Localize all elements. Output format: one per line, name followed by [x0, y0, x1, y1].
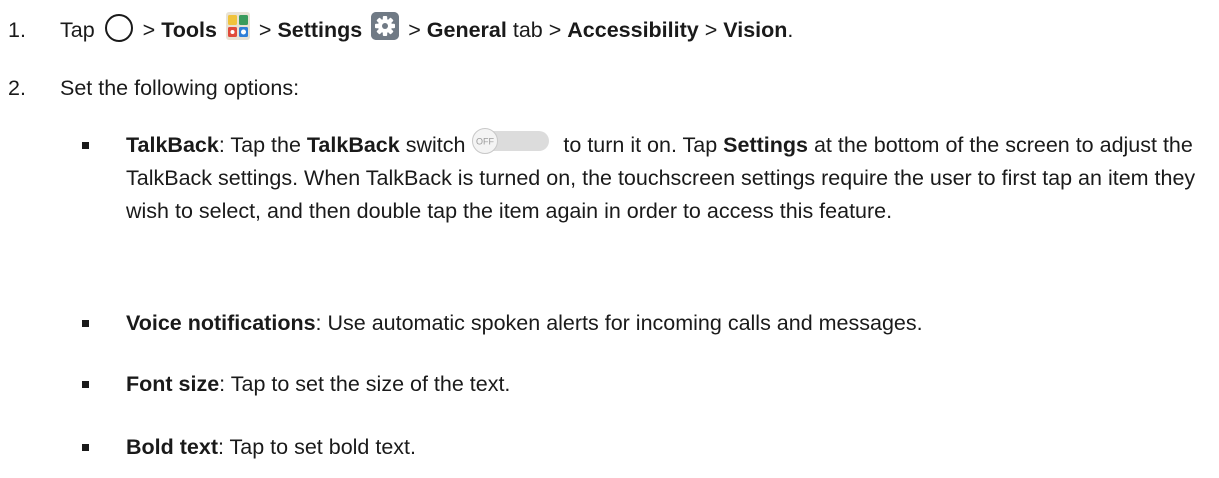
bullet-square	[82, 381, 89, 388]
text: : Tap the	[218, 133, 307, 157]
separator: >	[548, 18, 562, 42]
step-2: 2. Set the following options:	[8, 72, 299, 105]
talkback-bold: TalkBack	[306, 133, 400, 157]
text: switch	[399, 133, 466, 157]
general-label: General	[426, 18, 507, 42]
period: .	[787, 18, 794, 42]
separator: >	[408, 18, 421, 42]
talkback-label: TalkBack	[126, 133, 219, 157]
separator: >	[258, 18, 272, 42]
vision-label: Vision	[723, 18, 788, 42]
settings-label: Settings	[277, 18, 363, 42]
bold-label: Bold text	[126, 435, 218, 459]
text: : Tap to set the size of the text.	[219, 372, 511, 396]
step-2-text: Set the following options:	[60, 76, 300, 100]
talkback-text: TalkBack: Tap the TalkBack switch OFF to…	[126, 128, 1211, 228]
step-number: 1.	[8, 18, 26, 42]
bullet-square	[82, 320, 89, 327]
tools-folder-icon	[225, 12, 250, 41]
separator: >	[704, 18, 718, 42]
bullet-square	[82, 142, 89, 149]
tap-text: Tap	[60, 18, 95, 42]
tools-label: Tools	[161, 18, 217, 42]
voice-text: Voice notifications: Use automatic spoke…	[126, 307, 1211, 340]
switch-state-label: OFF	[476, 137, 494, 147]
accessibility-label: Accessibility	[567, 18, 699, 42]
text: : Tap to set bold text.	[217, 435, 416, 459]
settings-bold: Settings	[723, 133, 808, 157]
settings-gear-icon	[371, 12, 400, 41]
separator: >	[142, 18, 156, 42]
step-number: 2.	[8, 76, 26, 100]
tab-text: tab	[512, 18, 543, 42]
text: to turn it on. Tap	[557, 133, 724, 157]
home-circle-icon	[104, 14, 133, 43]
step-1: 1. Tap > Tools > Settings > General tab >…	[8, 12, 794, 47]
voice-label: Voice notifications	[126, 311, 316, 335]
font-text: Font size: Tap to set the size of the te…	[126, 368, 1211, 401]
text: : Use automatic spoken alerts for incomi…	[315, 311, 923, 335]
bullet-square	[82, 444, 89, 451]
font-label: Font size	[126, 372, 220, 396]
toggle-switch-off-icon: OFF	[472, 128, 550, 155]
bold-text: Bold text: Tap to set bold text.	[126, 431, 1211, 464]
